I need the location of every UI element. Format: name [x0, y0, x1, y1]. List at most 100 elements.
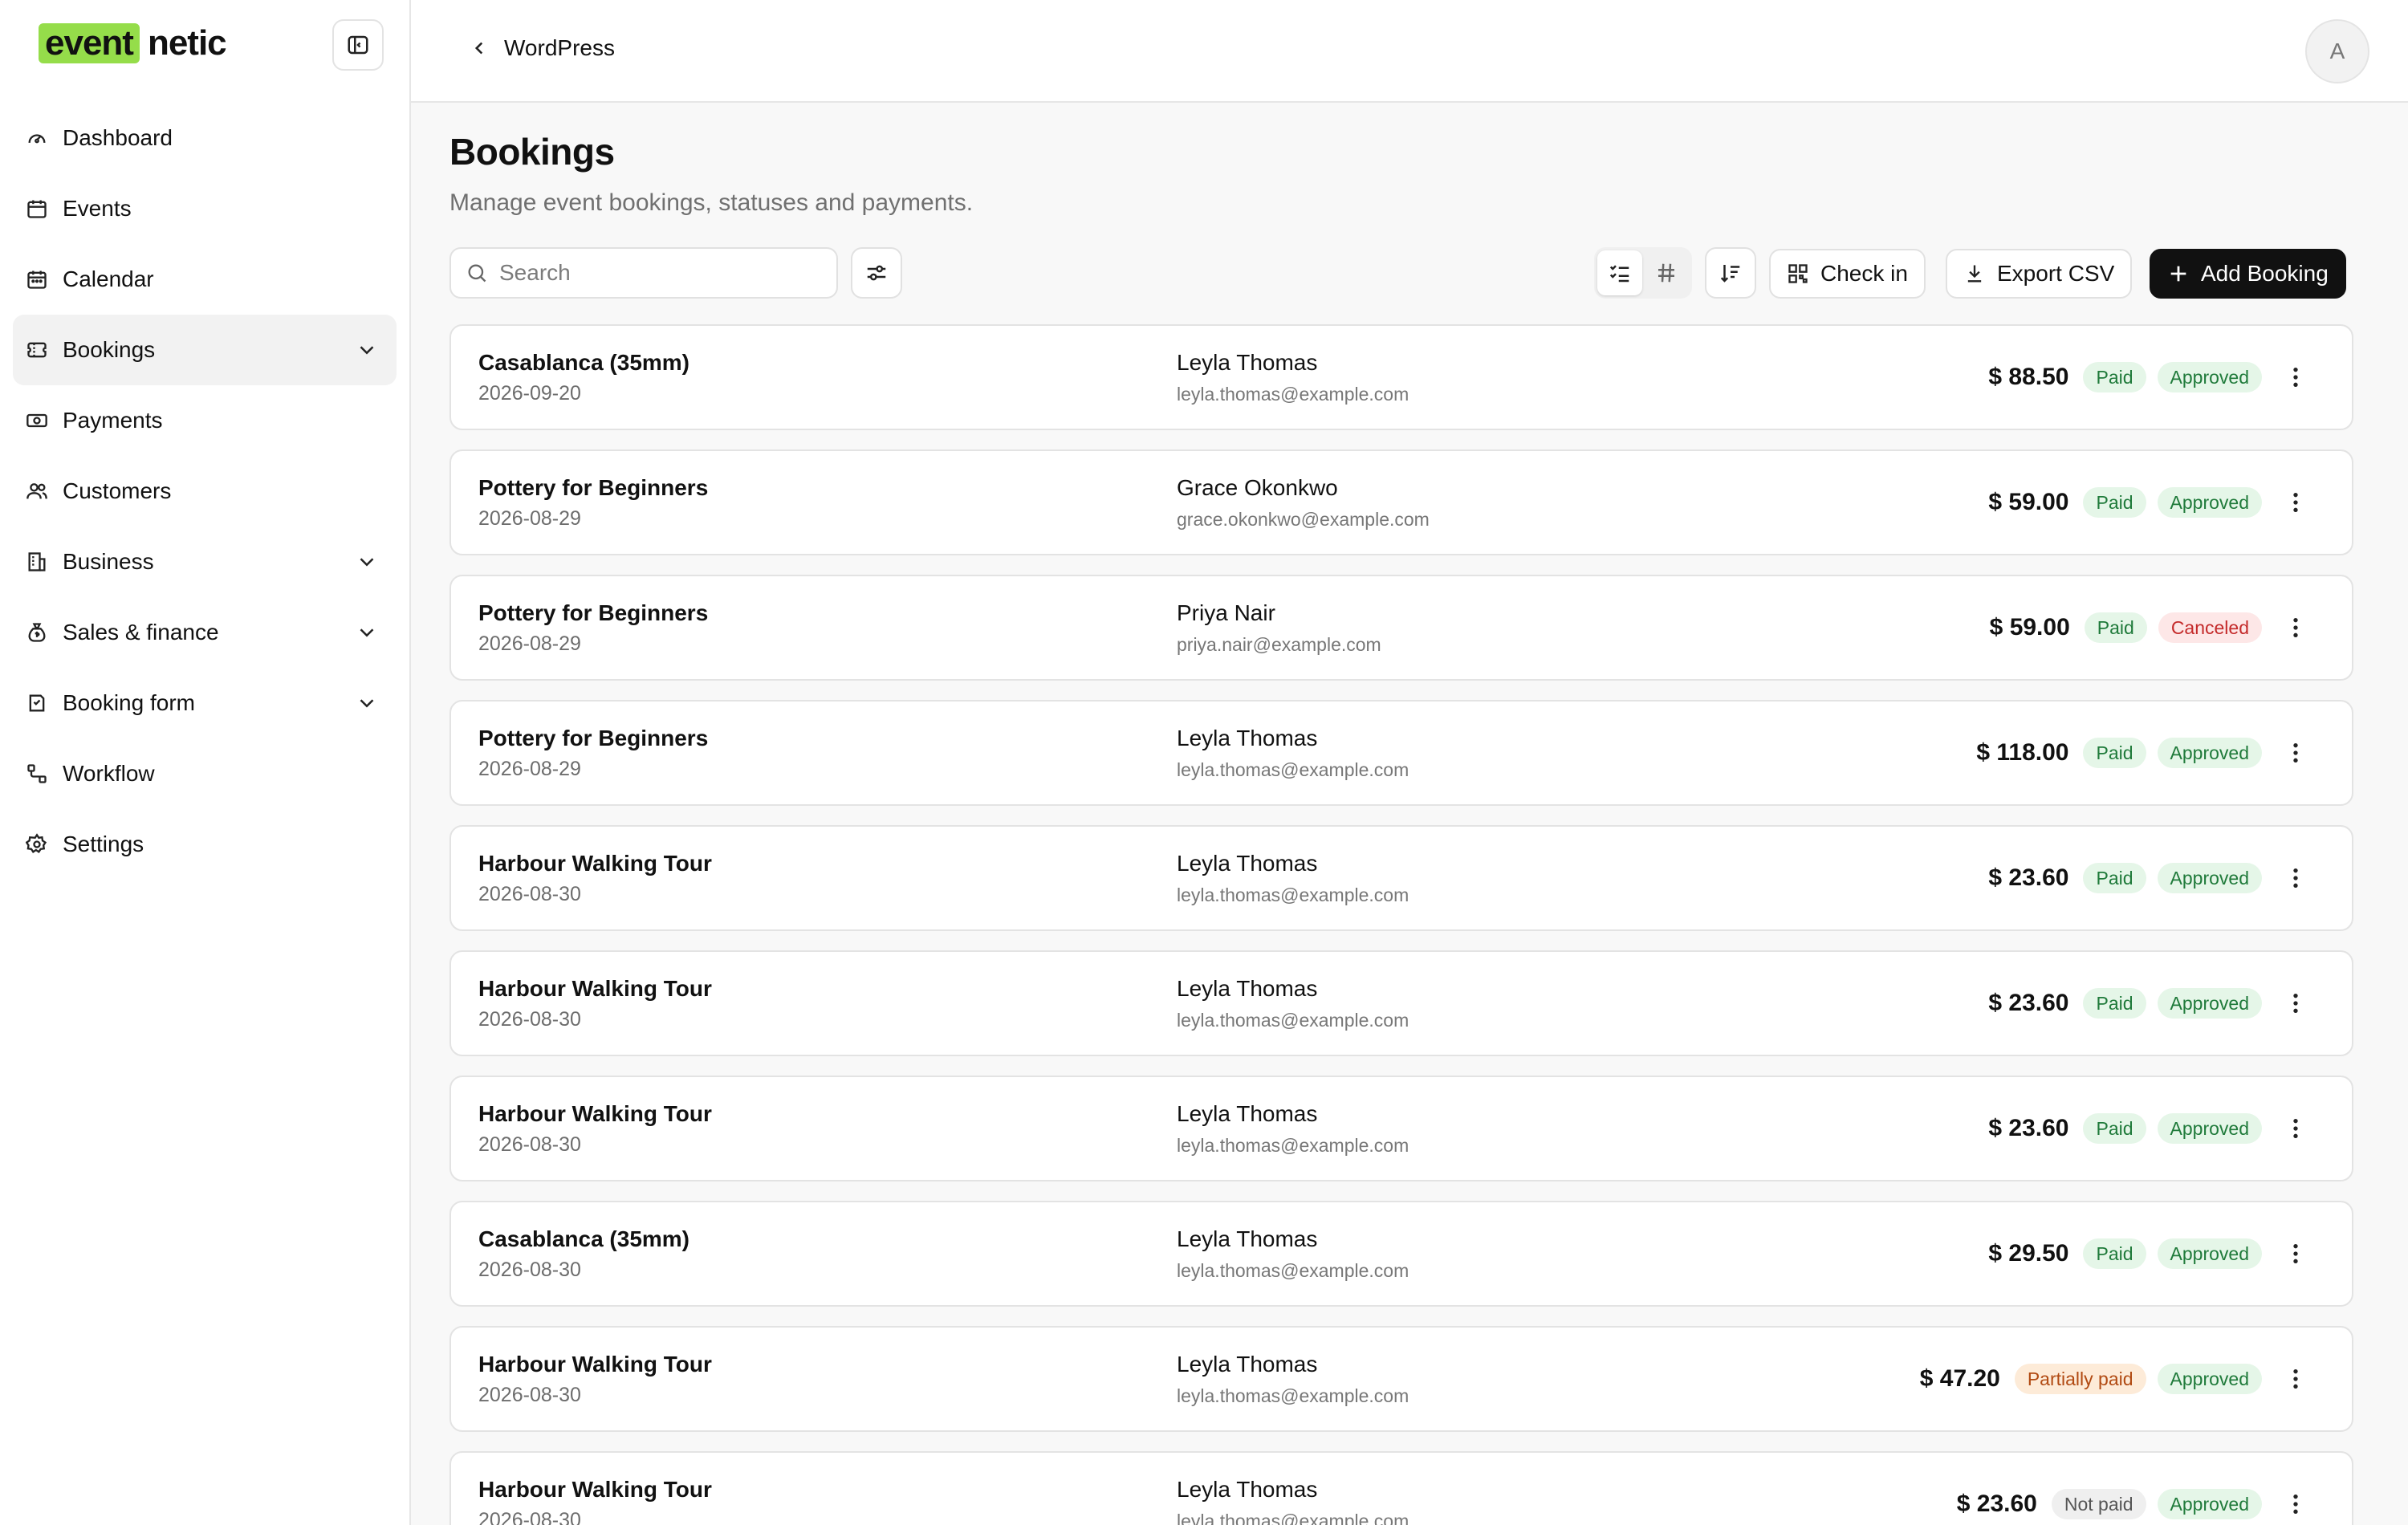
booking-row[interactable]: Pottery for Beginners 2026-08-29 Leyla T… — [449, 700, 2353, 806]
sidebar-item-events[interactable]: Events — [13, 173, 397, 244]
search-input[interactable] — [499, 260, 804, 286]
status-badge: Approved — [2157, 1238, 2262, 1269]
status-badge: Approved — [2157, 362, 2262, 392]
more-vertical-icon[interactable] — [2283, 990, 2308, 1016]
brand-logo[interactable]: event netic — [39, 22, 227, 64]
chevron-down-icon — [355, 691, 379, 715]
booking-amount: $ 118.00 — [1976, 739, 2069, 766]
event-date: 2026-08-30 — [478, 1008, 581, 1031]
event-date: 2026-08-30 — [478, 1259, 581, 1281]
event-date: 2026-08-30 — [478, 1509, 581, 1525]
avatar[interactable]: A — [2305, 19, 2369, 83]
event-name: Casablanca (35mm) — [478, 1226, 690, 1251]
customer-name: Leyla Thomas — [1177, 1101, 1318, 1126]
chevron-left-icon — [474, 42, 483, 55]
export-csv-button[interactable]: Export CSV — [1946, 249, 2133, 299]
customer-email: leyla.thomas@example.com — [1177, 1135, 1409, 1156]
event-name: Pottery for Beginners — [478, 600, 709, 625]
event-date: 2026-08-30 — [478, 1133, 581, 1156]
sidebar-item-booking-form[interactable]: Booking form — [13, 668, 397, 738]
event-date: 2026-08-29 — [478, 507, 581, 530]
booking-row[interactable]: Harbour Walking Tour 2026-08-30 Leyla Th… — [449, 1076, 2353, 1181]
customer-name: Leyla Thomas — [1177, 1226, 1318, 1251]
add-booking-button[interactable]: Add Booking — [2150, 249, 2346, 299]
customer-email: leyla.thomas@example.com — [1177, 1385, 1409, 1406]
list-view-button[interactable] — [1597, 250, 1642, 295]
customer-name: Leyla Thomas — [1177, 851, 1318, 876]
chevron-down-icon — [355, 338, 379, 362]
event-name: Harbour Walking Tour — [478, 1101, 712, 1126]
customer-email: grace.okonkwo@example.com — [1177, 509, 1430, 530]
sidebar-item-dashboard[interactable]: Dashboard — [13, 103, 397, 173]
collapse-sidebar-button[interactable] — [332, 19, 384, 71]
back-link[interactable]: WordPress — [469, 35, 615, 61]
sidebar-item-business[interactable]: Business — [13, 527, 397, 597]
status-badge: Approved — [2157, 1489, 2262, 1519]
booking-row[interactable]: Casablanca (35mm) 2026-09-20 Leyla Thoma… — [449, 324, 2353, 430]
topbar: WordPress A — [411, 0, 2408, 103]
form-icon — [26, 691, 50, 715]
more-vertical-icon[interactable] — [2283, 615, 2308, 640]
status-badge: Approved — [2157, 988, 2262, 1019]
sort-button[interactable] — [1705, 247, 1756, 299]
sidebar-item-bookings[interactable]: Bookings — [13, 315, 397, 385]
booking-row[interactable]: Casablanca (35mm) 2026-08-30 Leyla Thoma… — [449, 1201, 2353, 1307]
booking-row[interactable]: Pottery for Beginners 2026-08-29 Priya N… — [449, 575, 2353, 681]
add-booking-label: Add Booking — [2201, 261, 2329, 286]
booking-row[interactable]: Harbour Walking Tour 2026-08-30 Leyla Th… — [449, 950, 2353, 1056]
hash-icon — [1658, 263, 1674, 283]
more-vertical-icon[interactable] — [2283, 490, 2308, 515]
check-in-button[interactable]: Check in — [1769, 249, 1926, 299]
back-link-label: WordPress — [504, 35, 615, 60]
booking-row[interactable]: Pottery for Beginners 2026-08-29 Grace O… — [449, 449, 2353, 555]
sidebar: event netic Dashboard Events Calendar Bo… — [0, 0, 411, 1525]
search-icon — [468, 264, 486, 283]
chevron-down-icon — [355, 620, 379, 645]
more-vertical-icon[interactable] — [2283, 1366, 2308, 1392]
more-vertical-icon[interactable] — [2283, 740, 2308, 766]
page-title: Bookings — [449, 131, 615, 173]
sidebar-item-payments[interactable]: Payments — [13, 385, 397, 456]
booking-row[interactable]: Harbour Walking Tour 2026-08-30 Leyla Th… — [449, 1326, 2353, 1432]
sidebar-item-customers[interactable]: Customers — [13, 456, 397, 527]
more-vertical-icon[interactable] — [2283, 1491, 2308, 1517]
status-badge: Canceled — [2158, 612, 2262, 643]
more-vertical-icon[interactable] — [2283, 1241, 2308, 1267]
customer-email: leyla.thomas@example.com — [1177, 885, 1409, 905]
sidebar-item-settings[interactable]: Settings — [13, 809, 397, 880]
ticket-icon — [26, 338, 50, 362]
payment-badge: Paid — [2083, 487, 2146, 518]
search-box — [449, 247, 838, 299]
export-csv-label: Export CSV — [1997, 261, 2115, 286]
event-name: Harbour Walking Tour — [478, 1352, 712, 1377]
sidebar-item-label: Settings — [63, 832, 144, 856]
event-date: 2026-08-30 — [478, 883, 581, 905]
more-vertical-icon[interactable] — [2283, 865, 2308, 891]
more-vertical-icon[interactable] — [2283, 364, 2308, 390]
booking-row[interactable]: Harbour Walking Tour 2026-08-30 Leyla Th… — [449, 1451, 2353, 1525]
check-in-label: Check in — [1820, 261, 1908, 286]
customer-name: Leyla Thomas — [1177, 1477, 1318, 1502]
event-date: 2026-08-29 — [478, 632, 581, 655]
more-vertical-icon[interactable] — [2283, 1116, 2308, 1141]
customer-name: Grace Okonkwo — [1177, 475, 1338, 500]
status-badge: Approved — [2157, 1364, 2262, 1394]
bookings-list: Casablanca (35mm) 2026-09-20 Leyla Thoma… — [449, 324, 2353, 1525]
calendar-icon — [26, 197, 50, 221]
customer-email: leyla.thomas@example.com — [1177, 1511, 1409, 1525]
sidebar-item-workflow[interactable]: Workflow — [13, 738, 397, 809]
logo-text: netic — [147, 23, 227, 63]
sidebar-item-sales-finance[interactable]: Sales & finance — [13, 597, 397, 668]
booking-row[interactable]: Harbour Walking Tour 2026-08-30 Leyla Th… — [449, 825, 2353, 931]
status-badge: Approved — [2157, 738, 2262, 768]
sort-icon — [1720, 265, 1740, 283]
filter-button[interactable] — [851, 247, 902, 299]
sidebar-item-label: Events — [63, 196, 132, 221]
customer-name: Leyla Thomas — [1177, 350, 1318, 375]
sidebar-item-calendar[interactable]: Calendar — [13, 244, 397, 315]
customer-name: Leyla Thomas — [1177, 1352, 1318, 1377]
sidebar-item-label: Dashboard — [63, 125, 173, 150]
qr-code-icon — [1788, 264, 1808, 283]
grid-view-button[interactable] — [1644, 250, 1689, 295]
gear-icon — [26, 832, 50, 856]
